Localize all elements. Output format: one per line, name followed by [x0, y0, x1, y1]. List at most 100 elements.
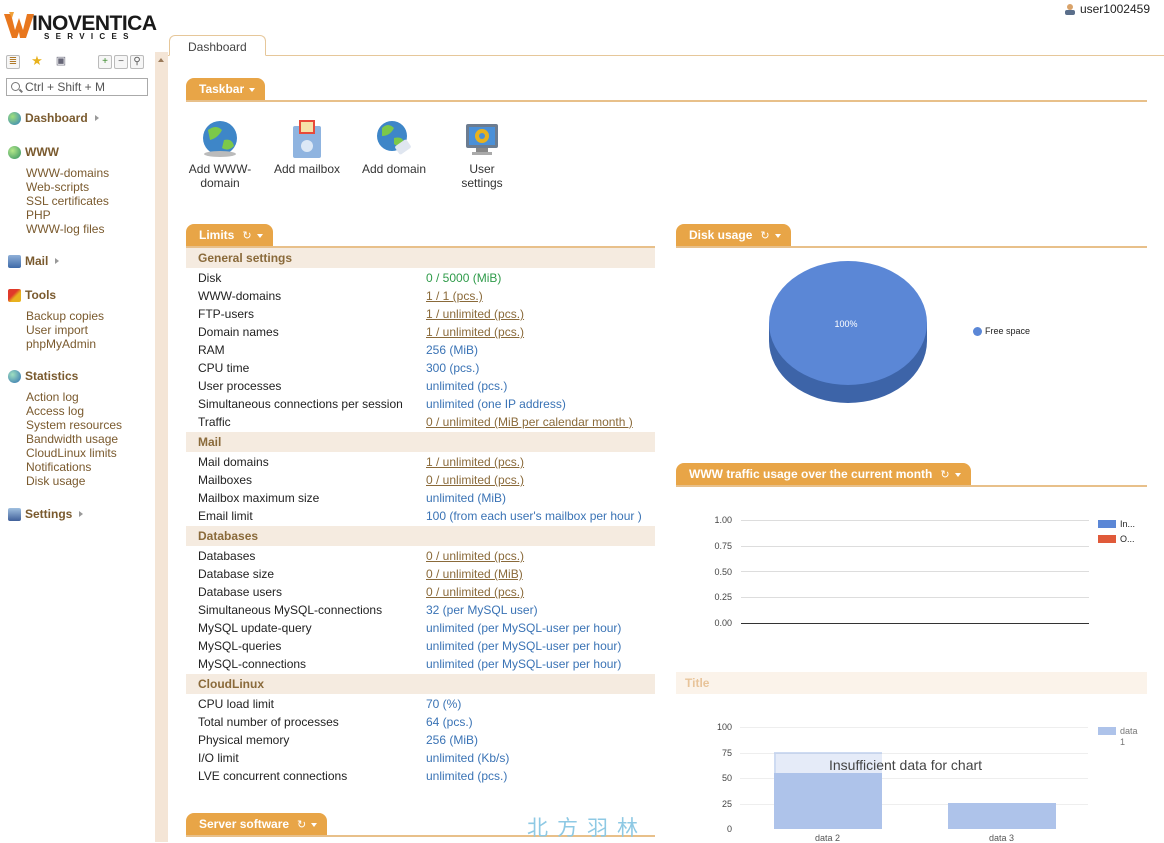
refresh-icon[interactable]: ↻	[760, 225, 769, 248]
limits-row: Domain names 1 / unlimited (pcs.)	[186, 323, 655, 341]
limit-name: LVE concurrent connections	[198, 769, 348, 783]
task-add-www-domain[interactable]: Add WWW-domain	[185, 118, 255, 190]
stats-icon	[8, 369, 21, 383]
collapse-all-icon[interactable]: −	[114, 55, 128, 69]
limit-value: unlimited (per MySQL-user per hour)	[426, 621, 622, 635]
taskbar-header[interactable]: Taskbar	[186, 78, 266, 101]
www-traffic-underline	[676, 485, 1147, 487]
limits-row: Mailbox maximum size unlimited (MiB)	[186, 489, 655, 507]
y-tick-0-00: 0.00	[714, 618, 732, 628]
nav-mail-label: Mail	[25, 254, 49, 268]
limits-row: LVE concurrent connections unlimited (pcs…	[186, 767, 655, 785]
brand-subtitle: SERVICES	[44, 32, 135, 41]
limit-name: MySQL-connections	[198, 657, 307, 671]
limits-table: General settings Disk 0 / 5000 (MiB) WWW-do…	[186, 247, 655, 785]
briefcase-icon[interactable]: ▣	[54, 55, 68, 69]
limit-value[interactable]: 1 / 1 (pcs.)	[426, 287, 483, 305]
dropdown-icon[interactable]	[311, 822, 318, 827]
nav-item-phpmyadmin[interactable]: phpMyAdmin	[8, 337, 104, 351]
limit-value[interactable]: 0 / unlimited (pcs.)	[426, 547, 524, 565]
nav-item-web-scripts[interactable]: Web-scripts	[8, 180, 109, 194]
limits-row: Mailboxes 0 / unlimited (pcs.)	[186, 471, 655, 489]
y-tick-0: 0	[726, 824, 732, 834]
limits-row: RAM 256 (MiB)	[186, 341, 655, 359]
nav-item-bandwidth-usage[interactable]: Bandwidth usage	[8, 432, 122, 446]
y-tick-1-00: 1.00	[714, 515, 732, 525]
nav-item-cloudlinux-limits[interactable]: CloudLinux limits	[8, 446, 122, 460]
task-user-settings[interactable]: User settings	[447, 118, 517, 190]
nav-mail[interactable]: Mail	[8, 253, 60, 269]
dropdown-icon[interactable]	[774, 233, 781, 238]
disk-usage-header[interactable]: Disk usage ↻	[676, 224, 791, 247]
nav-settings-label: Settings	[25, 507, 73, 521]
nav-statistics[interactable]: Statistics	[8, 368, 122, 384]
nav-item-php[interactable]: PHP	[8, 208, 109, 222]
nav-item-www-domains[interactable]: WWW-domains	[8, 166, 109, 180]
mailbox-icon	[287, 118, 327, 160]
limit-name: CPU load limit	[198, 697, 275, 711]
user-name: user1002459	[1079, 2, 1150, 16]
limit-value[interactable]: 1 / unlimited (pcs.)	[426, 305, 524, 323]
limits-row: Databases 0 / unlimited (pcs.)	[186, 547, 655, 565]
server-software-header[interactable]: Server software ↻	[186, 813, 328, 837]
taskbar-underline	[186, 100, 1147, 102]
sidebar-scrollbar[interactable]	[155, 52, 168, 842]
limit-value[interactable]: 0 / unlimited (MiB per calendar month )	[426, 413, 633, 431]
limit-value[interactable]: 0 / unlimited (pcs.)	[426, 583, 524, 601]
favorites-star-icon[interactable]: ★	[30, 54, 44, 69]
pin-icon[interactable]: ⚲	[130, 55, 144, 69]
nav-item-access-log[interactable]: Access log	[8, 404, 122, 418]
taskbar-title: Taskbar	[199, 82, 245, 96]
limit-value[interactable]: 1 / unlimited (pcs.)	[426, 323, 524, 341]
limit-name: Simultaneous MySQL-connections	[198, 603, 383, 617]
limit-value[interactable]: 0 / unlimited (pcs.)	[426, 471, 524, 489]
limits-row: CPU time 300 (pcs.)	[186, 359, 655, 377]
task-label: Add WWW-domain	[188, 162, 252, 190]
legend-dot-free-space	[973, 327, 982, 336]
scroll-up-icon[interactable]	[158, 58, 164, 62]
refresh-icon[interactable]: ↻	[940, 464, 949, 487]
nav-tools[interactable]: Tools	[8, 287, 104, 303]
limits-row: Total number of processes 64 (pcs.)	[186, 713, 655, 731]
limits-section-header: Databases	[186, 526, 655, 546]
refresh-icon[interactable]: ↻	[297, 814, 306, 837]
limit-name: CPU time	[198, 361, 250, 375]
limit-value[interactable]: 0 / unlimited (MiB)	[426, 565, 523, 583]
nav-item-notifications[interactable]: Notifications	[8, 460, 122, 474]
limit-value[interactable]: 1 / unlimited (pcs.)	[426, 453, 524, 471]
y-tick-0-25: 0.25	[714, 592, 732, 602]
dropdown-icon[interactable]	[954, 472, 961, 477]
nav-item-ssl-certificates[interactable]: SSL certificates	[8, 194, 109, 208]
limits-row: MySQL update-query unlimited (per MySQL-u…	[186, 619, 655, 637]
limit-value: unlimited (per MySQL-user per hour)	[426, 639, 622, 653]
brand-logo[interactable]: INOVENTICA SERVICES	[4, 10, 157, 42]
nav-settings[interactable]: Settings	[8, 506, 84, 522]
nav-item-user-import[interactable]: User import	[8, 323, 104, 337]
task-label: Add mailbox	[273, 162, 341, 176]
task-add-mailbox[interactable]: Add mailbox	[272, 118, 342, 176]
limits-title: Limits	[199, 228, 235, 242]
dropdown-icon[interactable]	[249, 87, 256, 92]
expand-all-icon[interactable]: +	[98, 55, 112, 69]
www-traffic-header[interactable]: WWW traffic usage over the current month…	[676, 463, 971, 486]
user-menu[interactable]: user1002459	[1064, 2, 1150, 16]
dropdown-icon[interactable]	[256, 233, 263, 238]
legend-swatch-in	[1098, 520, 1116, 528]
limits-row: Physical memory 256 (MiB)	[186, 731, 655, 749]
nav-item-action-log[interactable]: Action log	[8, 390, 122, 404]
task-add-domain[interactable]: Add domain	[359, 118, 429, 176]
y-tick-25: 25	[721, 799, 732, 809]
tab-dashboard[interactable]: Dashboard	[169, 35, 266, 56]
sidebar-search-input[interactable]: Ctrl + Shift + M	[6, 78, 148, 96]
refresh-icon[interactable]: ↻	[242, 225, 251, 248]
nav-item-www-log-files[interactable]: WWW-log files	[8, 222, 109, 236]
nav-item-backup-copies[interactable]: Backup copies	[8, 309, 104, 323]
limits-header[interactable]: Limits ↻	[186, 224, 273, 247]
nav-dashboard[interactable]: Dashboard	[8, 110, 99, 126]
tree-view-icon[interactable]: ≣	[6, 55, 20, 69]
nav-item-system-resources[interactable]: System resources	[8, 418, 122, 432]
nav-www[interactable]: WWW	[8, 144, 109, 160]
nav-item-disk-usage[interactable]: Disk usage	[8, 474, 122, 488]
chevron-right-icon	[79, 511, 84, 517]
limits-row: I/O limit unlimited (Kb/s)	[186, 749, 655, 767]
